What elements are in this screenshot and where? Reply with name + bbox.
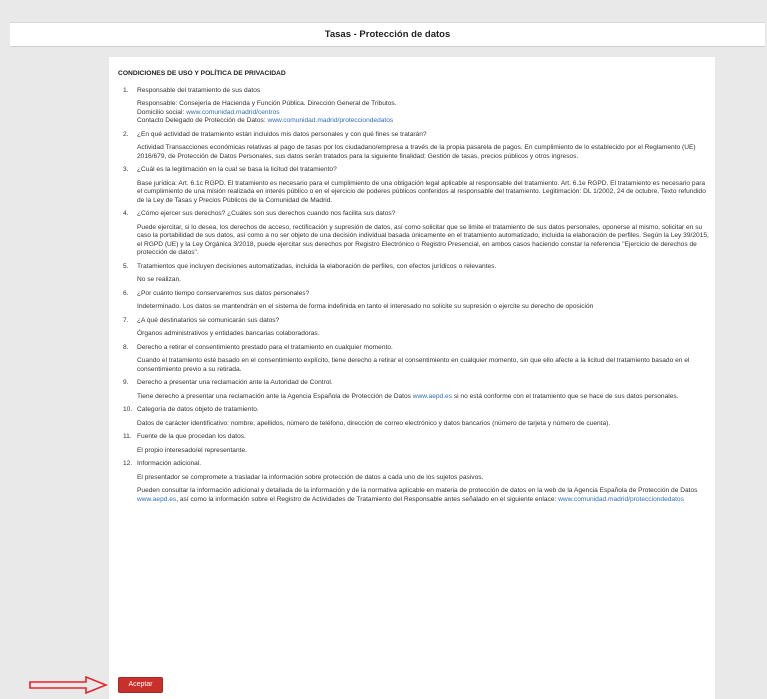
item-title: Fuente de la que procedan los datos. xyxy=(137,433,246,440)
list-item: 8. Derecho a retirar el consentimiento pr… xyxy=(123,344,709,375)
item-text: Órganos administrativos y entidades banc… xyxy=(137,330,320,337)
item-number: 8. xyxy=(123,343,129,351)
item-number: 5. xyxy=(123,262,129,270)
arrow-shape xyxy=(29,676,108,694)
item-title: ¿Cómo ejercer sus derechos? ¿Cuáles son … xyxy=(137,210,396,217)
list-item: 2. ¿En qué actividad de tratamiento están… xyxy=(123,131,709,162)
list-item: 7. ¿A qué destinatarios se comunicarán su… xyxy=(123,317,709,339)
item-text: Datos de carácter identificativo: nombre… xyxy=(137,419,611,427)
list-item: 3. ¿Cuál es la legitimación en la cual se… xyxy=(123,166,709,205)
item-title: Derecho a presentar una reclamación ante… xyxy=(137,379,333,386)
item-text: El presentador se compromete a trasladar… xyxy=(137,473,484,481)
item-text: , así como la información sobre el Regis… xyxy=(176,495,559,503)
item-title: ¿Cuál es la legitimación en la cual se b… xyxy=(137,166,337,173)
item-text: Puede ejercitar, si lo desea, los derech… xyxy=(137,223,709,257)
address-label: Domicilio social: xyxy=(137,108,187,116)
list-item: 12. Información adicional. El presentador… xyxy=(123,460,709,504)
list-item: 6. ¿Por cuánto tiempo conservaremos sus d… xyxy=(123,290,709,312)
item-number: 2. xyxy=(123,130,129,138)
item-text: si no está conforme con el tratamiento q… xyxy=(452,392,679,400)
list-item: 4. ¿Cómo ejercer sus derechos? ¿Cuáles so… xyxy=(123,210,709,258)
page-title: Tasas - Protección de datos xyxy=(10,22,765,47)
top-strip xyxy=(0,0,767,22)
item-text: El propio interesado/el representante. xyxy=(137,446,247,454)
item-number: 6. xyxy=(123,289,129,297)
item-number: 12. xyxy=(123,460,133,467)
aepd-link[interactable]: www.aepd.es xyxy=(137,496,176,503)
arrow-icon xyxy=(29,676,108,694)
item-title: ¿Por cuánto tiempo conservaremos sus dat… xyxy=(137,289,310,297)
item-number: 7. xyxy=(123,316,129,324)
item-text: Base jurídica: Art. 6.1c RGPD. El tratam… xyxy=(137,179,706,204)
item-number: 4. xyxy=(123,210,129,217)
item-title: Categoría de datos objeto de tratamiento… xyxy=(137,406,259,413)
item-text: Tiene derecho a presentar una reclamació… xyxy=(137,392,413,400)
item-number: 11. xyxy=(123,433,132,440)
item-title: ¿A qué destinatarios se comunicarán sus … xyxy=(137,316,280,324)
item-number: 1. xyxy=(123,86,129,94)
item-text: No se realizan. xyxy=(137,276,181,283)
item-text: Pueden consultar la información adiciona… xyxy=(137,487,698,494)
item-text: Indeterminado. Los datos se mantendrán e… xyxy=(137,303,594,310)
centros-link[interactable]: www.comunidad.madrid/centros xyxy=(186,109,279,116)
item-number: 9. xyxy=(123,379,129,386)
item-title: Tratamientos que incluyen decisiones aut… xyxy=(137,262,497,270)
list-item: 9. Derecho a presentar una reclamación an… xyxy=(123,379,709,401)
item-number: 3. xyxy=(123,166,129,173)
aepd-link[interactable]: www.aepd.es xyxy=(413,393,452,400)
document-heading: CONDICIONES DE USO Y POLÍTICA DE PRIVACI… xyxy=(118,70,286,77)
list-item: 1. Responsable del tratamiento de sus dat… xyxy=(123,87,709,126)
item-title: ¿En qué actividad de tratamiento están i… xyxy=(137,130,427,138)
dpo-link[interactable]: www.comunidad.madrid/protecciondedatos xyxy=(268,117,394,124)
list-item: 10. Categoría de datos objeto de tratamie… xyxy=(123,406,709,428)
item-title: Derecho a retirar el consentimiento pres… xyxy=(137,343,393,351)
accept-button[interactable]: Aceptar xyxy=(118,677,163,693)
protecciondedatos-link[interactable]: www.comunidad.madrid/protecciondedatos xyxy=(558,496,684,503)
responsible-line: Responsable: Consejería de Hacienda y Fu… xyxy=(137,100,397,107)
item-number: 10. xyxy=(123,406,133,413)
item-text: Cuando el tratamiento esté basado en el … xyxy=(137,357,690,373)
item-title: Responsable del tratamiento de sus datos xyxy=(137,86,261,94)
list-item: 11. Fuente de la que procedan los datos. … xyxy=(123,433,709,455)
item-title: Información adicional. xyxy=(137,460,202,467)
privacy-document[interactable]: CONDICIONES DE USO Y POLÍTICA DE PRIVACI… xyxy=(109,57,715,699)
dpo-label: Contacto Delegado de Protección de Datos… xyxy=(137,117,268,124)
right-margin xyxy=(715,57,767,699)
list-item: 5. Tratamientos que incluyen decisiones a… xyxy=(123,263,709,285)
item-text: Actividad Transacciones económicas relat… xyxy=(137,144,696,160)
